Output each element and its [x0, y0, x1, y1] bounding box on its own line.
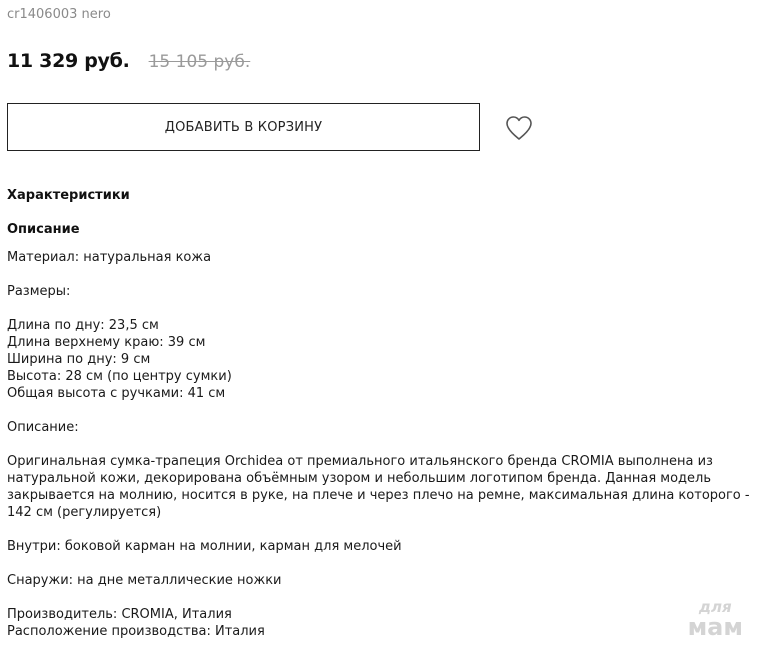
size-line: Ширина по дну: 9 см — [7, 352, 151, 367]
description-label: Описание: — [7, 420, 79, 435]
characteristics-heading[interactable]: Характеристики — [7, 188, 130, 203]
outside-line: Снаружи: на дне металлические ножки — [7, 573, 282, 588]
size-line: Длина по дну: 23,5 см — [7, 318, 159, 333]
description-content: Материал: натуральная кожа Размеры: Длин… — [7, 249, 752, 657]
sizes-list: Длина по дну: 23,5 см Длина верхнему кра… — [7, 317, 752, 402]
add-to-cart-button[interactable]: ДОБАВИТЬ В КОРЗИНУ — [7, 103, 480, 151]
sizes-label: Размеры: — [7, 284, 71, 299]
origin-block: Производитель: CROMIA, Италия Расположен… — [7, 606, 752, 640]
inside-line: Внутри: боковой карман на молнии, карман… — [7, 539, 402, 554]
description-text-line: 142 см (регулируется) — [7, 505, 162, 520]
description-text-line: закрывается на молнию, носится в руке, н… — [7, 488, 750, 503]
description-text: Оригинальная сумка-трапеция Orchidea от … — [7, 453, 752, 521]
heart-outline-icon — [506, 116, 532, 140]
production-location-line: Расположение производства: Италия — [7, 624, 265, 639]
size-line: Общая высота с ручками: 41 см — [7, 386, 226, 401]
manufacturer-line: Производитель: CROMIA, Италия — [7, 607, 232, 622]
current-price: 11 329 руб. — [7, 50, 130, 72]
description-heading[interactable]: Описание — [7, 222, 80, 237]
description-text-line: Оригинальная сумка-трапеция Orchidea от … — [7, 454, 713, 469]
description-text-line: натуральной кожи, декорирована объёмным … — [7, 471, 711, 486]
material-line: Материал: натуральная кожа — [7, 250, 212, 265]
price-row: 11 329 руб. 15 105 руб. — [7, 50, 250, 72]
watermark-logo: для мам — [687, 600, 743, 641]
product-sku: cr1406003 nero — [7, 7, 111, 22]
watermark-bottom: мам — [687, 613, 743, 641]
size-line: Высота: 28 см (по центру сумки) — [7, 369, 232, 384]
size-line: Длина верхнему краю: 39 см — [7, 335, 206, 350]
old-price: 15 105 руб. — [148, 52, 251, 72]
favorite-button[interactable] — [504, 114, 534, 142]
